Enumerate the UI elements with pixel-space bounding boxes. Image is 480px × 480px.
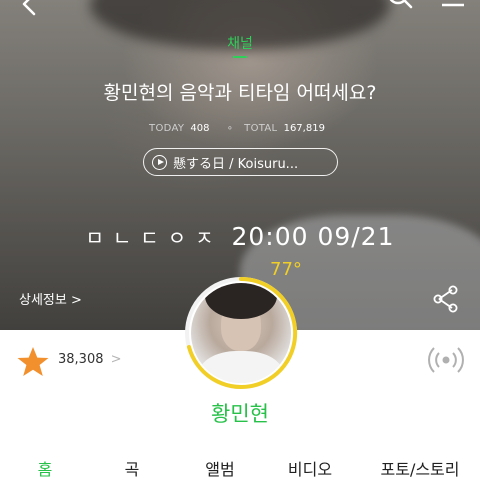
artist-avatar[interactable] — [191, 283, 291, 383]
radio-icon[interactable] — [428, 344, 464, 376]
total-label: TOTAL — [244, 123, 278, 134]
tab-songs[interactable]: 곡 — [117, 456, 147, 480]
now-playing-track: 懸する日 / Koisuru... — [173, 156, 299, 172]
detail-info-link[interactable]: 상세정보 > — [19, 289, 82, 308]
back-icon[interactable] — [14, 0, 44, 16]
today-value: 408 — [190, 123, 210, 134]
channel-underline — [233, 56, 247, 58]
tab-home[interactable]: 홈 — [30, 456, 60, 480]
star-icon[interactable] — [16, 346, 50, 378]
like-count-value: 38,308 — [58, 352, 104, 367]
play-icon — [152, 154, 167, 170]
tab-albums[interactable]: 앨범 — [195, 456, 245, 480]
countdown-jamo: ㅁㄴㄷㅇㅈ — [85, 226, 223, 250]
channel-title: 황민현의 음악과 티타임 어떠세요? — [103, 82, 377, 104]
artist-name: 황민현 — [211, 402, 269, 426]
tab-photo-story[interactable]: 포토/스토리 — [365, 456, 475, 480]
visit-stats: TODAY 408 ∘ TOTAL 167,819 — [0, 123, 480, 134]
search-icon[interactable] — [386, 0, 414, 12]
menu-icon[interactable] — [440, 0, 468, 12]
now-playing-button[interactable]: 懸する日 / Koisuru... — [143, 148, 338, 176]
like-count[interactable]: 38,308 > — [58, 352, 122, 367]
countdown-time: 20:00 09/21 — [231, 222, 395, 251]
total-value: 167,819 — [283, 123, 325, 134]
stats-separator: ∘ — [226, 123, 233, 134]
today-label: TODAY — [149, 123, 185, 134]
tab-bar: 홈 곡 앨범 비디오 포토/스토리 — [0, 456, 480, 480]
tab-videos[interactable]: 비디오 — [280, 456, 340, 480]
countdown-text: ㅁㄴㄷㅇㅈ 20:00 09/21 — [0, 222, 480, 251]
channel-label: 채널 — [227, 36, 253, 52]
share-icon[interactable] — [432, 285, 460, 313]
chevron-right-icon: > — [110, 352, 122, 367]
